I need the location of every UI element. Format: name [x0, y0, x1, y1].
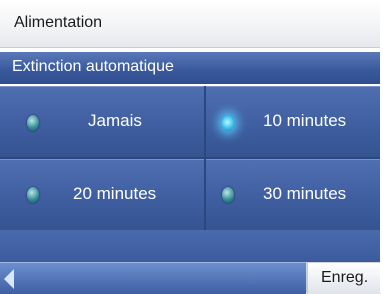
option-20-minutes[interactable]: 20 minutes	[0, 159, 204, 231]
empty-panel	[0, 230, 380, 262]
option-30-minutes[interactable]: 30 minutes	[206, 159, 380, 231]
section-label: Extinction automatique	[12, 58, 174, 75]
option-label: 10 minutes	[263, 111, 347, 130]
title-bar: Alimentation	[0, 0, 383, 48]
save-button-label: Enreg.	[321, 269, 369, 286]
option-label: 20 minutes	[73, 184, 157, 203]
back-button[interactable]	[0, 262, 306, 294]
page-title: Alimentation	[14, 14, 103, 31]
radio-icon	[27, 187, 39, 203]
section-header: Extinction automatique	[0, 52, 380, 84]
option-label: Jamais	[88, 111, 142, 130]
radio-icon	[27, 115, 39, 131]
grid-divider-horizontal	[0, 157, 380, 159]
save-button[interactable]: Enreg.	[307, 262, 381, 294]
option-10-minutes[interactable]: 10 minutes	[206, 86, 380, 158]
option-label: 30 minutes	[263, 184, 347, 203]
app-window: Alimentation Extinction automatique Jama…	[0, 0, 383, 294]
option-never[interactable]: Jamais	[0, 86, 204, 158]
radio-selected-icon	[222, 115, 234, 131]
left-arrow-icon	[4, 269, 14, 289]
radio-icon	[222, 187, 234, 203]
